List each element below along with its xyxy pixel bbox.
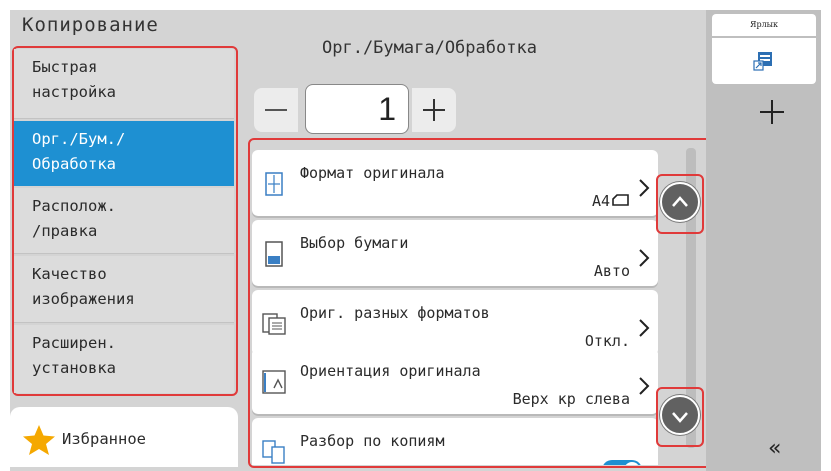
sidebar-item-original-paper-finishing[interactable]: Орг./Бум./ Обработка — [14, 121, 234, 186]
sidebar-item-quick-setup[interactable]: Быстрая настройка — [14, 49, 234, 119]
original-size-icon — [265, 172, 283, 196]
list-item-label: Ориентация оригинала — [300, 362, 481, 380]
scroll-up-button[interactable] — [656, 174, 704, 234]
mixed-size-originals-icon — [262, 313, 286, 335]
app-title: Копирование — [22, 14, 159, 36]
sidebar-item-layout-edit[interactable]: Располож. /правка — [14, 188, 234, 254]
list-item-mixed-size-originals[interactable]: Ориг. разных форматов Откл. — [252, 290, 658, 356]
collate-toggle[interactable] — [602, 460, 642, 465]
scroll-down-circle — [660, 395, 700, 435]
sidebar-item-image-quality[interactable]: Качество изображения — [14, 256, 234, 323]
list-item-label: Формат оригинала — [300, 164, 445, 182]
orientation-landscape-icon — [612, 194, 629, 206]
shortcut-button[interactable] — [712, 38, 816, 84]
collate-icon — [262, 440, 285, 464]
list-item-value: Авто — [593, 262, 630, 280]
shortcut-header: Ярлык — [712, 14, 816, 36]
copies-input[interactable]: 1 — [305, 84, 409, 134]
list-item-value: A4 — [591, 192, 610, 210]
add-shortcut-button[interactable] — [760, 100, 784, 124]
decrease-copies-button[interactable] — [254, 88, 298, 132]
original-orientation-icon — [262, 370, 286, 394]
chevron-right-icon — [639, 319, 650, 337]
sidebar-item-advanced-setup[interactable]: Расширен. установка — [14, 325, 234, 393]
list-item-label: Разбор по копиям — [300, 432, 445, 450]
increase-copies-button[interactable] — [412, 88, 456, 132]
page-title: Орг./Бумага/Обработка — [322, 38, 537, 58]
collapse-panel-button[interactable]: « — [768, 436, 781, 461]
favorites-label: Избранное — [62, 430, 146, 448]
shortcut-icon — [753, 52, 772, 71]
settings-list: Формат оригинала A4 Выбор бумаги Авто Ор… — [252, 142, 658, 465]
chevron-right-icon — [639, 179, 650, 197]
chevron-right-icon — [639, 377, 650, 395]
list-item-paper-selection[interactable]: Выбор бумаги Авто — [252, 220, 658, 286]
list-item-collate[interactable]: Разбор по копиям — [252, 418, 658, 465]
chevron-down-icon — [672, 412, 688, 423]
list-item-label: Ориг. разных форматов — [300, 304, 490, 322]
copies-value: 1 — [378, 91, 396, 127]
list-item-original-orientation[interactable]: Ориентация оригинала Верх кр слева — [252, 348, 658, 414]
scroll-down-button[interactable] — [656, 387, 704, 447]
list-item-label: Выбор бумаги — [300, 234, 409, 252]
chevron-up-icon — [672, 196, 688, 207]
list-item-value: Верх кр слева — [512, 390, 630, 408]
star-icon — [23, 425, 55, 455]
paper-selection-icon — [265, 241, 283, 267]
chevron-right-icon — [639, 249, 650, 267]
list-item-original-size[interactable]: Формат оригинала A4 — [252, 150, 658, 216]
scroll-up-circle — [660, 182, 700, 222]
